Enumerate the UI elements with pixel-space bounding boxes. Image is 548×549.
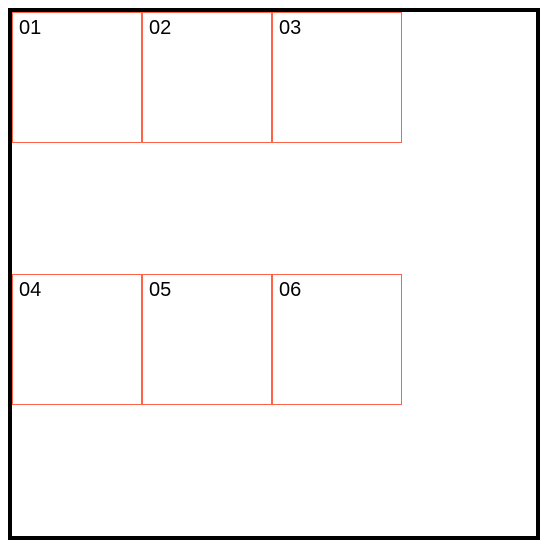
- cell-label: 03: [279, 17, 301, 39]
- cell-label: 06: [279, 279, 301, 301]
- grid-cell-02: 02: [142, 12, 272, 143]
- grid-cell-04: 04: [12, 274, 142, 405]
- cell-label: 05: [149, 279, 171, 301]
- grid-cell-05: 05: [142, 274, 272, 405]
- grid-cell-03: 03: [272, 12, 402, 143]
- spacer-row-bottom: [12, 405, 536, 536]
- grid-container: 01 02 03 04 05 06: [8, 8, 540, 540]
- grid-row-1: 01 02 03: [12, 12, 536, 143]
- grid-row-2: 04 05 06: [12, 274, 536, 405]
- cell-label: 02: [149, 17, 171, 39]
- spacer-row: [12, 143, 536, 274]
- grid-cell-01: 01: [12, 12, 142, 143]
- cell-label: 04: [19, 279, 41, 301]
- cell-label: 01: [19, 17, 41, 39]
- grid-cell-06: 06: [272, 274, 402, 405]
